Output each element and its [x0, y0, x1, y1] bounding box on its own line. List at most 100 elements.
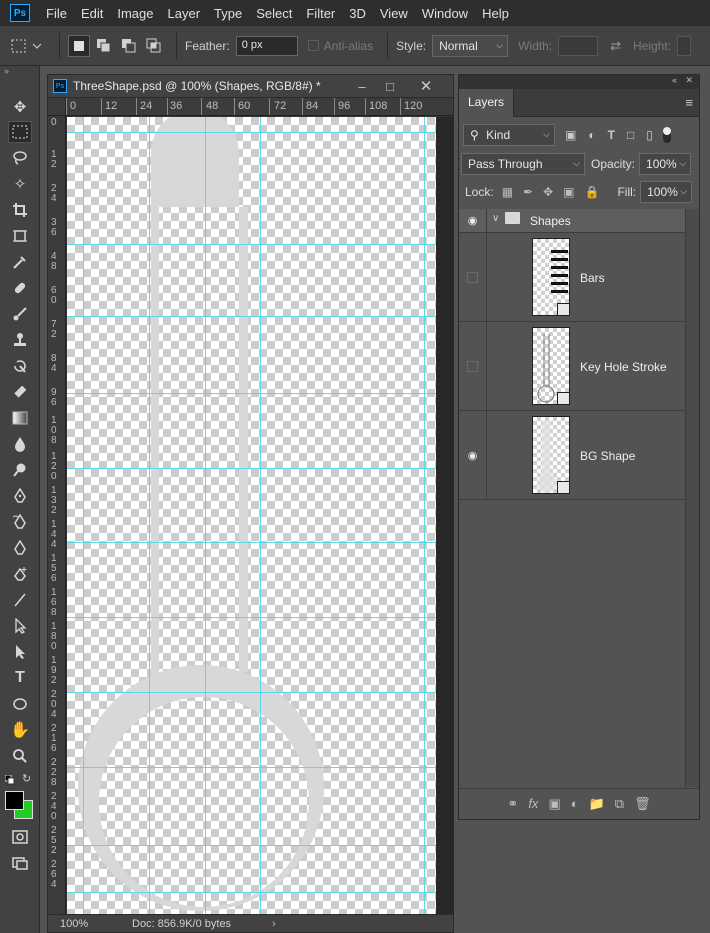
horizontal-ruler[interactable]: 0 12 24 36 48 60 72 84 96 108 120	[66, 98, 453, 116]
subtract-from-selection-icon[interactable]	[118, 35, 140, 57]
photoshop-logo-icon[interactable]: Ps	[10, 4, 30, 22]
lock-artboard-icon[interactable]: ▣	[563, 185, 574, 199]
layer-thumbnail[interactable]	[532, 416, 570, 494]
rectangular-marquee-tool-icon[interactable]	[8, 121, 32, 143]
lock-all-icon[interactable]: 🔒	[585, 185, 600, 199]
menu-type[interactable]: Type	[214, 6, 242, 21]
guide-vertical[interactable]	[149, 117, 150, 914]
ruler-origin[interactable]	[48, 98, 66, 116]
lock-image-pixels-icon[interactable]: ✒	[523, 185, 533, 199]
menu-help[interactable]: Help	[482, 6, 509, 21]
brush-tool-icon[interactable]	[8, 303, 32, 325]
freeform-pen-tool-icon[interactable]	[8, 511, 32, 533]
guide-horizontal[interactable]	[67, 316, 436, 317]
dodge-tool-icon[interactable]	[8, 459, 32, 481]
filter-type-icon[interactable]: T	[608, 128, 615, 142]
quick-mask-icon[interactable]	[8, 826, 32, 848]
eraser-tool-icon[interactable]	[8, 381, 32, 403]
filter-toggle-switch[interactable]	[662, 127, 671, 143]
guide-horizontal[interactable]	[67, 617, 436, 618]
blur-tool-icon[interactable]	[8, 433, 32, 455]
tab-layers[interactable]: Layers	[459, 89, 515, 117]
menu-layer[interactable]: Layer	[168, 6, 201, 21]
filter-smart-object-icon[interactable]: ▯	[646, 128, 653, 142]
filter-pixel-icon[interactable]: ▣	[565, 128, 576, 142]
new-layer-icon[interactable]: ⧉	[615, 796, 624, 812]
magic-wand-tool-icon[interactable]: ✧	[8, 173, 32, 195]
guide-horizontal[interactable]	[67, 892, 436, 893]
new-selection-icon[interactable]	[68, 34, 90, 57]
layer-group-shapes[interactable]: ◉ ∨ Shapes	[459, 209, 685, 233]
opacity-input[interactable]: 100% ⌵	[639, 153, 692, 175]
convert-point-tool-icon[interactable]	[8, 589, 32, 611]
curvature-pen-tool-icon[interactable]	[8, 537, 32, 559]
guide-horizontal[interactable]	[67, 393, 436, 394]
history-brush-tool-icon[interactable]	[8, 355, 32, 377]
minimize-icon[interactable]: –	[348, 75, 376, 97]
height-input[interactable]	[677, 35, 692, 56]
foreground-color-swatch[interactable]	[5, 791, 24, 810]
canvas-area[interactable]	[67, 117, 453, 914]
swap-dimensions-icon[interactable]: ⇄	[610, 38, 621, 54]
zoom-tool-icon[interactable]	[8, 745, 32, 767]
guide-vertical[interactable]	[260, 117, 261, 914]
menu-select[interactable]: Select	[256, 6, 292, 21]
eyedropper-tool-icon[interactable]	[8, 251, 32, 273]
move-tool-icon[interactable]: ✥	[8, 96, 32, 118]
guide-horizontal[interactable]	[67, 468, 436, 469]
layer-bg-shape[interactable]: ◉ BG Shape	[459, 411, 685, 500]
lock-transparent-pixels-icon[interactable]: ▦	[502, 185, 513, 199]
ellipse-tool-icon[interactable]	[8, 693, 32, 715]
filter-kind-select[interactable]: ⚲ Kind ⌵	[463, 124, 555, 146]
pen-tool-icon[interactable]	[8, 485, 32, 507]
clone-stamp-tool-icon[interactable]	[8, 329, 32, 351]
status-menu-arrow-icon[interactable]: ›	[272, 918, 276, 930]
direct-selection-tool-icon[interactable]	[8, 641, 32, 663]
vertical-ruler[interactable]: 0 1 2 2 4 3 6 4 8 6 0 7 2 8 4 9 6 1 0 8 …	[48, 116, 66, 916]
layer-thumbnail[interactable]	[532, 327, 570, 405]
path-selection-tool-icon[interactable]	[8, 615, 32, 637]
healing-brush-tool-icon[interactable]	[8, 277, 32, 299]
guide-vertical[interactable]	[205, 117, 206, 914]
add-mask-icon[interactable]: ▣	[548, 796, 560, 812]
gradient-tool-icon[interactable]	[8, 407, 32, 429]
layer-bars[interactable]: Bars	[459, 233, 685, 322]
width-input[interactable]	[558, 35, 599, 56]
guide-horizontal[interactable]	[67, 244, 436, 245]
filter-adjustment-icon[interactable]: ◐	[588, 128, 595, 142]
lasso-tool-icon[interactable]	[8, 147, 32, 169]
guide-horizontal[interactable]	[67, 767, 436, 768]
visibility-toggle[interactable]	[459, 322, 487, 410]
anti-alias-checkbox[interactable]	[307, 40, 319, 51]
type-tool-icon[interactable]: T	[8, 667, 32, 689]
new-adjustment-layer-icon[interactable]: ◐	[571, 796, 579, 811]
menu-3d[interactable]: 3D	[349, 6, 366, 21]
guide-horizontal[interactable]	[67, 542, 436, 543]
close-icon[interactable]: ✕	[412, 75, 440, 97]
layer-style-fx-icon[interactable]: fx	[528, 796, 538, 811]
add-anchor-point-tool-icon[interactable]	[8, 563, 32, 585]
guide-vertical[interactable]	[424, 117, 425, 914]
maximize-icon[interactable]: □	[376, 75, 404, 97]
new-group-folder-icon[interactable]: 📁	[589, 796, 605, 812]
close-panel-icon[interactable]: ✕	[685, 75, 693, 86]
crop-tool-icon[interactable]	[8, 199, 32, 221]
guide-horizontal[interactable]	[67, 132, 436, 133]
menu-file[interactable]: File	[46, 6, 67, 21]
collapse-panels-icon[interactable]: «	[672, 75, 677, 85]
swap-colors-icon[interactable]: ↻	[22, 772, 31, 785]
layer-thumbnail[interactable]	[532, 238, 570, 316]
guide-horizontal[interactable]	[67, 845, 436, 846]
document-tab[interactable]: Ps ThreeShape.psd @ 100% (Shapes, RGB/8#…	[48, 75, 453, 98]
zoom-level[interactable]: 100%	[60, 918, 120, 930]
menu-edit[interactable]: Edit	[81, 6, 103, 21]
intersect-selection-icon[interactable]	[143, 35, 165, 57]
blend-mode-select[interactable]: Pass Through ⌵	[461, 153, 585, 175]
lock-position-icon[interactable]: ✥	[543, 185, 553, 199]
guide-vertical[interactable]	[83, 117, 84, 914]
menu-image[interactable]: Image	[117, 6, 153, 21]
panel-menu-icon[interactable]: ≡	[685, 95, 693, 110]
visibility-toggle[interactable]	[459, 233, 487, 321]
style-select[interactable]: Normal ⌵	[432, 34, 509, 57]
menu-view[interactable]: View	[380, 6, 408, 21]
